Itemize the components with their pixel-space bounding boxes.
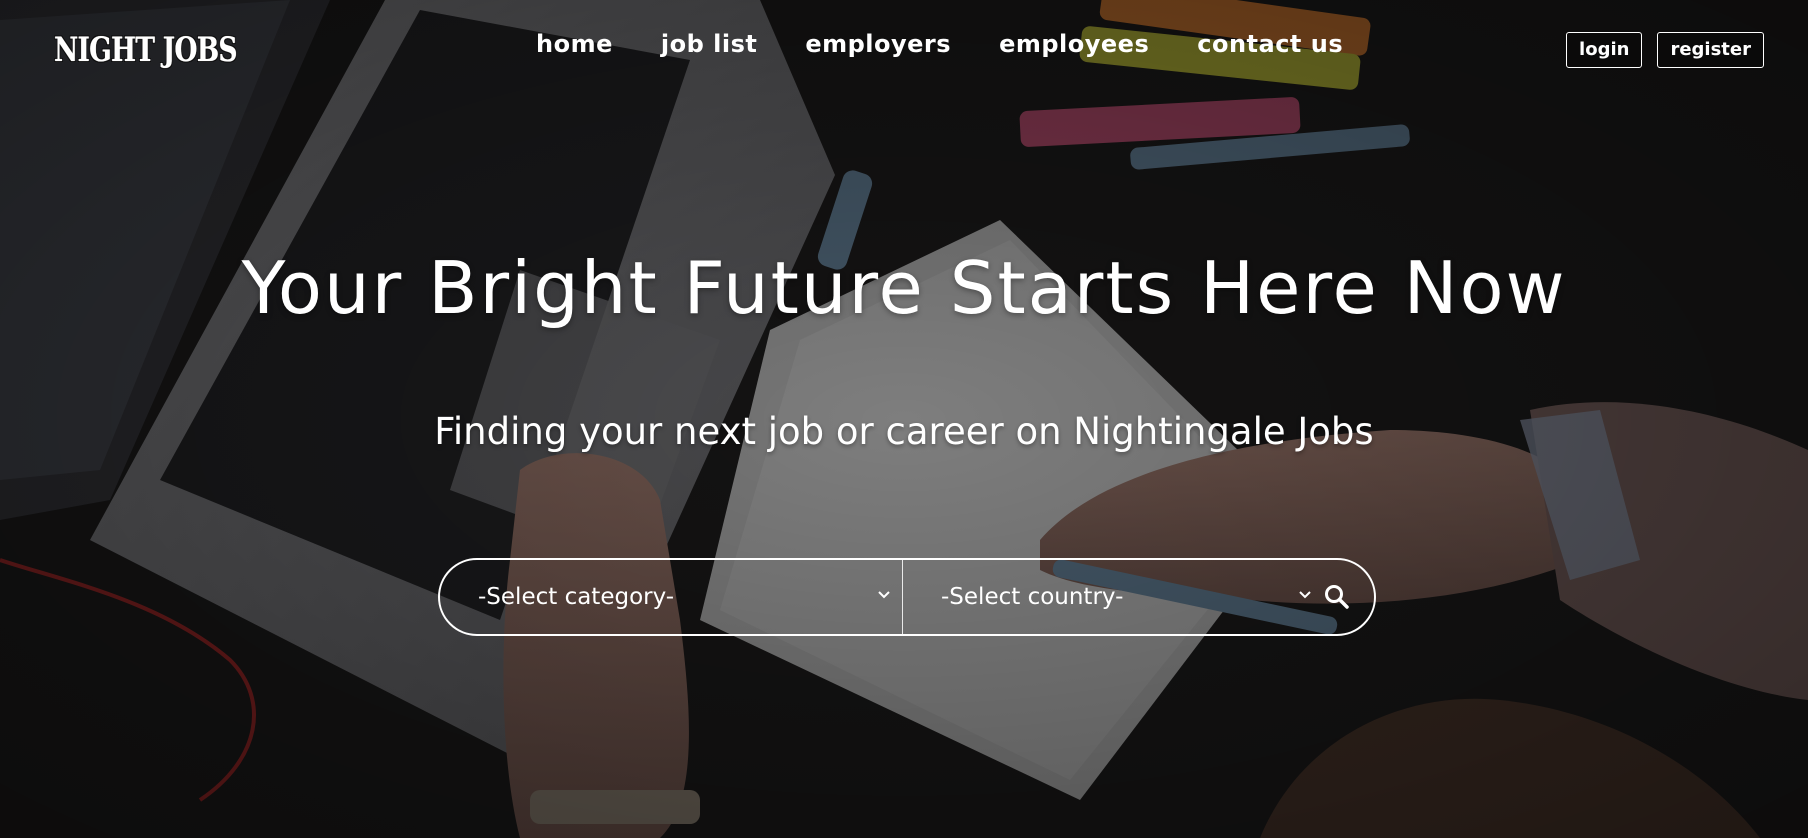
search-icon[interactable] <box>1322 582 1352 612</box>
nav-link-employers[interactable]: employers <box>805 30 951 58</box>
site-header: NIGHT JOBS home job list employers emplo… <box>0 0 1808 100</box>
hero-headline: Your Bright Future Starts Here Now <box>241 246 1567 330</box>
register-button[interactable]: register <box>1657 32 1764 68</box>
category-select-value: -Select category- <box>478 584 675 610</box>
chevron-down-icon <box>878 591 890 599</box>
hero-section: NIGHT JOBS home job list employers emplo… <box>0 0 1808 838</box>
auth-buttons: login register <box>1566 32 1764 68</box>
nav-link-contact-us[interactable]: contact us <box>1197 30 1343 58</box>
job-search-bar: -Select category- -Select country- <box>438 558 1376 636</box>
category-select[interactable]: -Select category- <box>440 560 903 634</box>
nav-link-job-list[interactable]: job list <box>661 30 757 58</box>
country-select-value: -Select country- <box>941 584 1124 610</box>
site-logo[interactable]: NIGHT JOBS <box>54 30 238 70</box>
chevron-down-icon <box>1299 591 1311 599</box>
country-select[interactable]: -Select country- <box>903 560 1321 634</box>
nav-link-employees[interactable]: employees <box>999 30 1149 58</box>
nav-link-home[interactable]: home <box>536 30 613 58</box>
login-button[interactable]: login <box>1566 32 1643 68</box>
main-nav: home job list employers employees contac… <box>536 30 1391 58</box>
hero-subheadline: Finding your next job or career on Night… <box>434 410 1374 453</box>
